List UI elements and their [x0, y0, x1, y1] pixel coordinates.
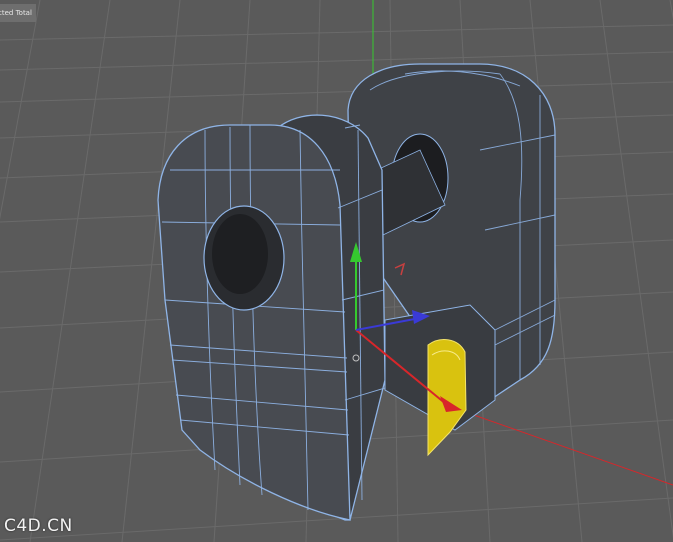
stats-label: cted Total: [0, 9, 32, 17]
selected-face[interactable]: [427, 339, 467, 457]
3d-viewport[interactable]: cted Total C4D.CN: [0, 0, 673, 542]
viewport-scene[interactable]: [0, 0, 673, 542]
watermark-logo: C4D.CN: [4, 516, 73, 536]
stats-overlay: cted Total: [0, 4, 36, 22]
front-plate[interactable]: [157, 114, 386, 521]
